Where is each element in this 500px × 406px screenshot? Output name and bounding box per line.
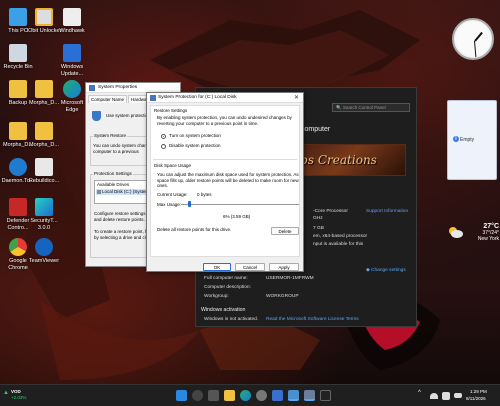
monitor-icon bbox=[9, 8, 27, 26]
teamviewer-icon bbox=[35, 238, 53, 256]
tray-chevron-icon[interactable]: ^ bbox=[418, 390, 424, 401]
windows-shield-icon bbox=[9, 198, 27, 216]
desktop-icon-morphs-d-3[interactable]: Morphs_D... bbox=[26, 122, 62, 149]
divider bbox=[153, 159, 297, 160]
folder-icon bbox=[9, 80, 27, 98]
edge-taskbar-icon[interactable] bbox=[240, 390, 251, 401]
search-icon[interactable] bbox=[192, 390, 203, 401]
close-icon[interactable]: ✕ bbox=[294, 93, 299, 103]
cancel-button[interactable]: Cancel bbox=[235, 263, 265, 271]
notes-empty-label: Empty bbox=[460, 137, 475, 143]
desktop-icon-securityt[interactable]: SecurityT... 3.0.0 bbox=[26, 198, 62, 231]
turn-on-protection-label[interactable]: Turn on system protection bbox=[169, 133, 221, 139]
oem-logo-banner: obs Creations bbox=[286, 144, 406, 176]
change-settings-link[interactable]: ◆ Change settings bbox=[366, 268, 406, 273]
chrome-icon bbox=[9, 238, 27, 256]
task-view-icon[interactable] bbox=[208, 390, 219, 401]
delete-button[interactable]: Delete bbox=[271, 227, 299, 235]
support-information-link[interactable]: Support Information bbox=[366, 209, 408, 214]
weather-gadget[interactable]: 27°C 37°/24° New York bbox=[447, 223, 499, 242]
update-icon bbox=[63, 44, 81, 62]
security-icon bbox=[35, 198, 53, 216]
max-usage-slider-thumb[interactable] bbox=[188, 201, 192, 207]
folder-icon bbox=[9, 122, 27, 140]
settings-gear-icon[interactable] bbox=[256, 390, 267, 401]
refresh-icon bbox=[35, 158, 53, 176]
clock-hour-hand bbox=[474, 31, 483, 42]
taskbar-date[interactable]: 8/11/2026 bbox=[466, 396, 486, 402]
folder-icon bbox=[35, 122, 53, 140]
file-explorer-icon[interactable] bbox=[224, 390, 235, 401]
desktop-icon-windhawk[interactable]: Windhawk bbox=[54, 8, 90, 35]
shield-icon: ◆ bbox=[366, 268, 370, 273]
recycle-bin-icon bbox=[9, 44, 27, 62]
notes-gadget[interactable]: i Empty bbox=[447, 100, 497, 180]
control-panel-taskbar-icon[interactable] bbox=[288, 390, 299, 401]
edge-icon bbox=[63, 80, 81, 98]
turn-on-protection-radio[interactable] bbox=[161, 134, 166, 139]
stock-widget[interactable]: ▲ VOD +2.03% bbox=[3, 389, 43, 403]
hawk-icon bbox=[63, 8, 81, 26]
ok-button[interactable]: OK bbox=[203, 263, 231, 271]
license-terms-link[interactable]: Read the Microsoft Software License Term… bbox=[266, 317, 359, 322]
drive-icon bbox=[97, 190, 101, 194]
partly-cloudy-icon bbox=[449, 227, 463, 238]
desktop-icon-teamviewer[interactable]: TeamViewer bbox=[26, 238, 62, 265]
taskbar-time[interactable]: 1:29 PM bbox=[470, 389, 487, 395]
battery-icon[interactable] bbox=[454, 393, 462, 398]
clock-gadget[interactable] bbox=[452, 18, 494, 60]
search-icon: 🔍 bbox=[336, 105, 342, 110]
clock-minute-hand bbox=[474, 40, 477, 57]
dialog-content: Restore Settings By enabling system prot… bbox=[150, 105, 300, 257]
stock-up-arrow-icon: ▲ bbox=[3, 390, 9, 396]
apply-button[interactable]: Apply bbox=[269, 263, 299, 271]
folder-icon bbox=[35, 80, 53, 98]
system-icon bbox=[150, 95, 156, 101]
shield-icon bbox=[92, 111, 101, 121]
lock-icon bbox=[35, 8, 53, 26]
system-icon bbox=[89, 85, 95, 91]
system-protection-titlebar[interactable]: System Protection for (C:) Local Disk ✕ bbox=[147, 93, 303, 103]
max-usage-slider-track[interactable] bbox=[181, 204, 299, 205]
start-button-windows-icon[interactable] bbox=[176, 390, 187, 401]
info-icon: i bbox=[453, 136, 459, 142]
disable-protection-radio[interactable] bbox=[161, 144, 166, 149]
wifi-icon[interactable] bbox=[430, 393, 438, 399]
lightning-icon bbox=[9, 158, 27, 176]
system-heading: computer bbox=[301, 126, 331, 133]
control-panel-search[interactable]: 🔍 Search Control Panel bbox=[332, 103, 410, 112]
store-icon[interactable] bbox=[272, 390, 283, 401]
system-protection-dialog[interactable]: System Protection for (C:) Local Disk ✕ … bbox=[146, 92, 304, 272]
desktop-icon-windows-update[interactable]: Windows Update... bbox=[54, 44, 90, 77]
volume-icon[interactable] bbox=[442, 392, 450, 400]
desktop-icon-rebuildicons[interactable]: Rebuildico... bbox=[26, 158, 62, 185]
terminal-icon[interactable] bbox=[320, 390, 331, 401]
disable-protection-label[interactable]: Disable system protection bbox=[169, 143, 221, 149]
desktop-icon-recycle-bin[interactable]: Recycle Bin bbox=[0, 44, 36, 71]
taskbar: ▲ VOD +2.03% ^ 1:29 PM 8/11/2026 bbox=[0, 384, 500, 406]
tab-computer-name[interactable]: Computer Name bbox=[88, 95, 128, 103]
system-properties-taskbar-icon[interactable] bbox=[304, 390, 315, 401]
